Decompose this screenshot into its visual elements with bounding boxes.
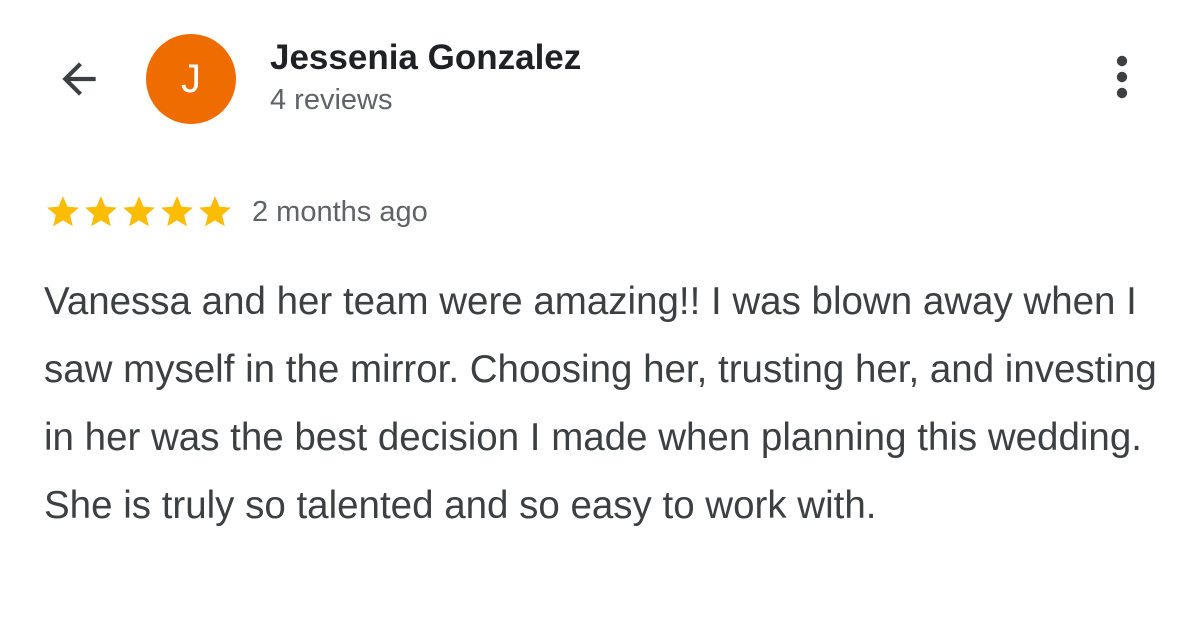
star-icon: [199, 196, 231, 227]
star-icon: [47, 196, 79, 227]
review-date: 2 months ago: [252, 195, 428, 228]
rating-row: 2 months ago: [44, 190, 428, 234]
reviewer-name[interactable]: Jessenia Gonzalez: [270, 38, 581, 78]
arrow-left-icon: [54, 54, 104, 104]
star-rating: [44, 193, 234, 231]
star-icon: [85, 196, 117, 227]
star-icon: [161, 196, 193, 227]
avatar-letter: J: [181, 57, 201, 101]
avatar[interactable]: J: [146, 34, 236, 124]
review-count: 4 reviews: [270, 84, 393, 116]
back-button[interactable]: [50, 50, 108, 108]
more-vert-icon: [1115, 53, 1129, 106]
star-icon: [123, 196, 155, 227]
more-options-button[interactable]: [1100, 50, 1144, 108]
review-text: Vanessa and her team were amazing!! I wa…: [44, 280, 1157, 527]
